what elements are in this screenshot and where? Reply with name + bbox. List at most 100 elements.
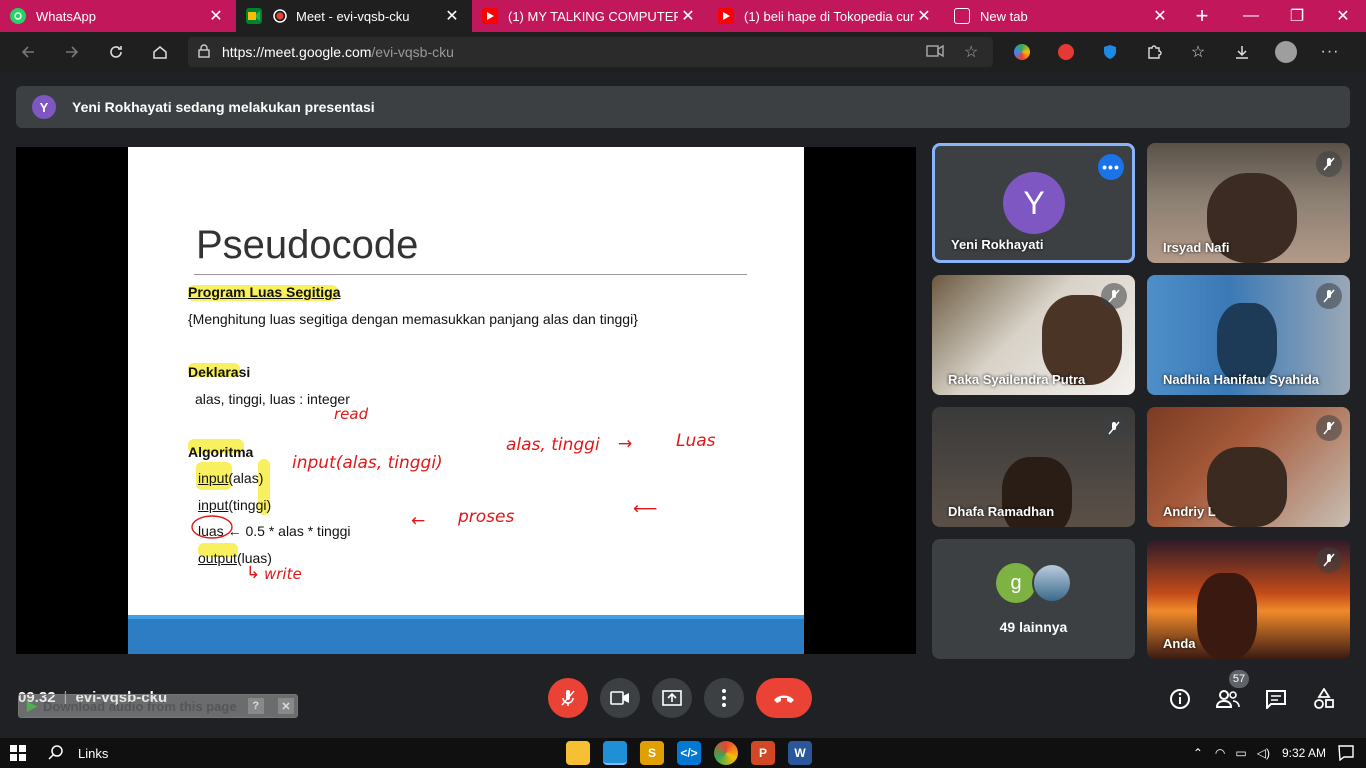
video-figure [1207,447,1287,527]
battery-icon[interactable]: ▭ [1235,746,1246,760]
taskbar-search[interactable]: Links [40,738,108,768]
sublime-icon[interactable]: S [640,741,664,765]
shield-icon[interactable] [1088,32,1132,72]
help-icon[interactable]: ? [247,698,264,714]
ink-arrow: ← [411,511,426,531]
wifi-icon[interactable]: ◠ [1215,746,1225,760]
extensions-area: ☆ ··· [1000,32,1352,72]
leave-call-button[interactable] [756,678,812,718]
chat-icon [1266,690,1286,709]
close-icon[interactable]: ✕ [914,6,934,26]
forward-icon[interactable] [50,32,94,72]
microphone-toggle-button[interactable] [548,678,588,718]
restore-icon[interactable]: ❐ [1274,0,1320,32]
camera-toggle-button[interactable] [600,678,640,718]
meeting-details-button[interactable] [1164,683,1196,715]
close-icon[interactable]: ✕ [442,6,462,26]
keyword: input [198,470,229,486]
url-path: /evi-vqsb-cku [371,44,454,60]
powerpoint-icon[interactable]: P [751,741,775,765]
avatar: Y [1003,172,1065,234]
search-label: Links [78,745,109,761]
tab-youtube-1[interactable]: (1) MY TALKING COMPUTER - Y ✕ [472,0,708,32]
new-tab-button[interactable]: + [1180,0,1224,32]
favorite-star-icon[interactable]: ☆ [964,42,978,62]
close-window-icon[interactable]: ✕ [1320,0,1366,32]
download-icon[interactable] [1220,32,1264,72]
minimize-icon[interactable]: — [1228,0,1274,32]
volume-icon[interactable]: ◁) [1257,746,1270,760]
video-figure [1217,303,1277,383]
chevron-up-icon[interactable]: ⌃ [1193,746,1203,760]
participant-tile-nadhila[interactable]: Nadhila Hanifatu Syahida [1147,275,1350,395]
favorites-icon[interactable]: ☆ [1176,32,1220,72]
notification-icon[interactable] [1338,745,1354,766]
participant-name: Irsyad Nafi [1163,240,1230,255]
activities-button[interactable] [1308,683,1340,715]
word-icon[interactable]: W [788,741,812,765]
adblock-icon[interactable] [1044,32,1088,72]
camera-blocked-icon[interactable] [926,44,944,61]
browser-toolbar: https://meet.google.com/evi-vqsb-cku ☆ ☆… [0,32,1366,72]
algo-input-alas: input(alas) [198,470,263,486]
chat-button[interactable] [1260,683,1292,715]
ink-arrow: → [618,434,633,454]
mic-off-icon [1101,415,1127,441]
argument: (tinggi) [228,497,272,513]
file-explorer-icon[interactable] [566,741,590,765]
home-icon[interactable] [138,32,182,72]
tab-meet[interactable]: Meet - evi-vqsb-cku ✕ [236,0,472,32]
more-options-icon[interactable]: ••• [1098,154,1124,180]
close-icon[interactable]: ✕ [278,698,294,714]
mic-off-icon [1316,415,1342,441]
ink-proses: proses [458,507,515,527]
mic-off-icon [1316,283,1342,309]
participant-tile-yeni[interactable]: Y ••• Yeni Rokhayati [932,143,1135,263]
declaration-header: Deklarasi [188,364,251,380]
participant-tile-andriy[interactable]: Andriy L [1147,407,1350,527]
slide-footer-band [128,615,804,654]
shapes-icon [1314,688,1334,709]
participant-tile-raka[interactable]: Raka Syailendra Putra [932,275,1135,395]
more-menu-icon[interactable]: ··· [1308,32,1352,72]
download-audio-bar[interactable]: ▶ Download audio from this page ? ✕ [18,694,298,718]
close-icon[interactable]: ✕ [206,6,226,26]
algo-output: output(luas) [198,550,272,566]
search-icon [48,744,64,763]
chrome-icon[interactable] [714,741,738,765]
more-participants-tile[interactable]: g 49 lainnya [932,539,1135,659]
participant-tile-dhafa[interactable]: Dhafa Ramadhan [932,407,1135,527]
edge-icon[interactable] [603,741,627,765]
participant-tile-anda[interactable]: Anda [1147,539,1350,659]
tab-whatsapp[interactable]: WhatsApp ✕ [0,0,236,32]
avatar: Y [32,95,56,119]
mic-off-icon [1316,151,1342,177]
puzzle-icon[interactable] [1132,32,1176,72]
avatar: g [996,563,1036,603]
youtube-icon [718,8,734,24]
participant-count-badge: 57 [1229,670,1249,688]
participant-tile-irsyad[interactable]: Irsyad Nafi [1147,143,1350,263]
close-icon[interactable]: ✕ [1150,6,1170,26]
address-bar[interactable]: https://meet.google.com/evi-vqsb-cku ☆ [188,37,993,67]
close-icon[interactable]: ✕ [678,6,698,26]
vscode-icon[interactable]: </> [677,741,701,765]
reload-icon[interactable] [94,32,138,72]
participant-name: Nadhila Hanifatu Syahida [1163,372,1320,387]
tab-youtube-2[interactable]: (1) beli hape di Tokopedia cum ✕ [708,0,944,32]
algo-input-tinggi: input(tinggi) [198,497,271,513]
profile-avatar[interactable] [1264,32,1308,72]
present-screen-button[interactable] [652,678,692,718]
present-icon [662,690,682,706]
browser-tab-strip: WhatsApp ✕ Meet - evi-vqsb-cku ✕ (1) MY … [0,0,1366,32]
windows-start-icon[interactable] [10,745,26,766]
keyword: output [198,550,237,566]
clock[interactable]: 9:32 AM [1282,746,1326,760]
download-audio-label: Download audio from this page [43,698,237,714]
more-vert-icon [722,689,726,707]
extension-color-icon[interactable] [1000,32,1044,72]
tab-new[interactable]: New tab ✕ [944,0,1180,32]
more-options-button[interactable] [704,678,744,718]
tab-label: WhatsApp [36,8,96,24]
back-icon[interactable] [6,32,50,72]
